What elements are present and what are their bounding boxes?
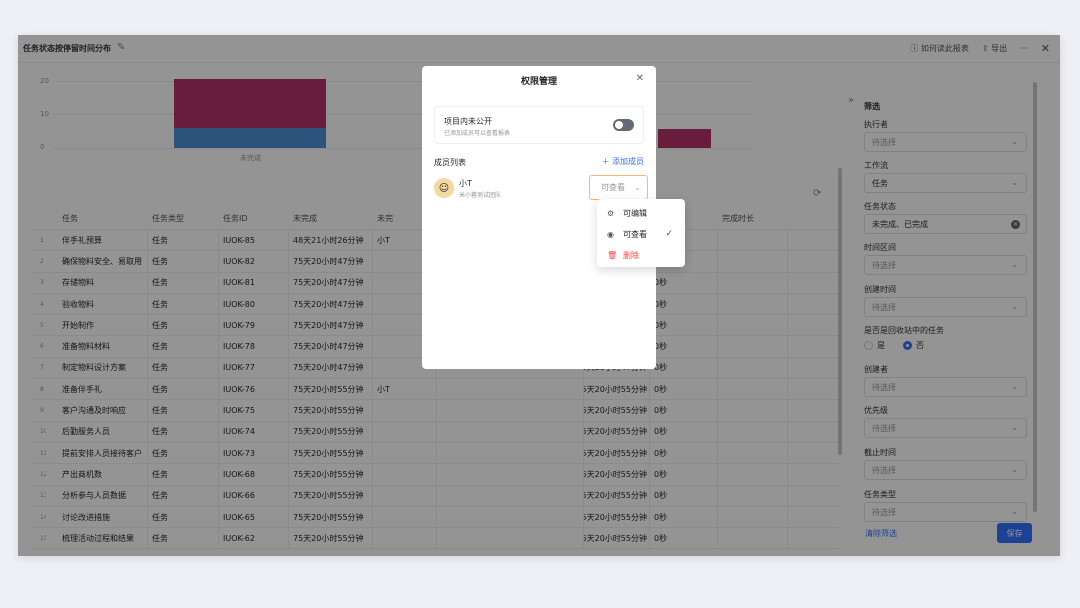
avatar: ☺ (434, 178, 454, 198)
close-icon[interactable]: ✕ (636, 73, 644, 84)
visibility-box: 项目内未公开 已添加成员可以查看报表 (434, 106, 644, 144)
member-team: 米小蓉测试团队 (459, 192, 502, 199)
menu-item-view[interactable]: ◉ 可查看 ✓ (597, 224, 685, 245)
members-title: 成员列表 (434, 158, 466, 167)
dialog-title: 权限管理 (520, 77, 557, 87)
plus-icon: ＋ (601, 157, 612, 166)
gear-icon: ⚙ (607, 209, 615, 218)
visibility-subtitle: 已添加成员可以查看报表 (444, 130, 511, 137)
trash-icon: 🗑 (607, 251, 618, 260)
check-icon: ✓ (665, 229, 673, 239)
chevron-down-icon: ⌄ (634, 183, 641, 192)
visibility-title: 项目内未公开 (444, 117, 492, 126)
eye-icon: ◉ (607, 230, 614, 239)
add-member-button[interactable]: ＋ 添加成员 (601, 156, 644, 167)
visibility-toggle[interactable] (613, 119, 634, 131)
permission-menu: ⚙ 可编辑 ◉ 可查看 ✓ 🗑 删除 (597, 199, 685, 267)
menu-item-delete[interactable]: 🗑 删除 (597, 245, 685, 266)
permission-select[interactable]: 可查看 ⌄ (589, 175, 648, 200)
menu-item-edit[interactable]: ⚙ 可编辑 (597, 203, 685, 224)
member-name: 小T (459, 179, 472, 188)
